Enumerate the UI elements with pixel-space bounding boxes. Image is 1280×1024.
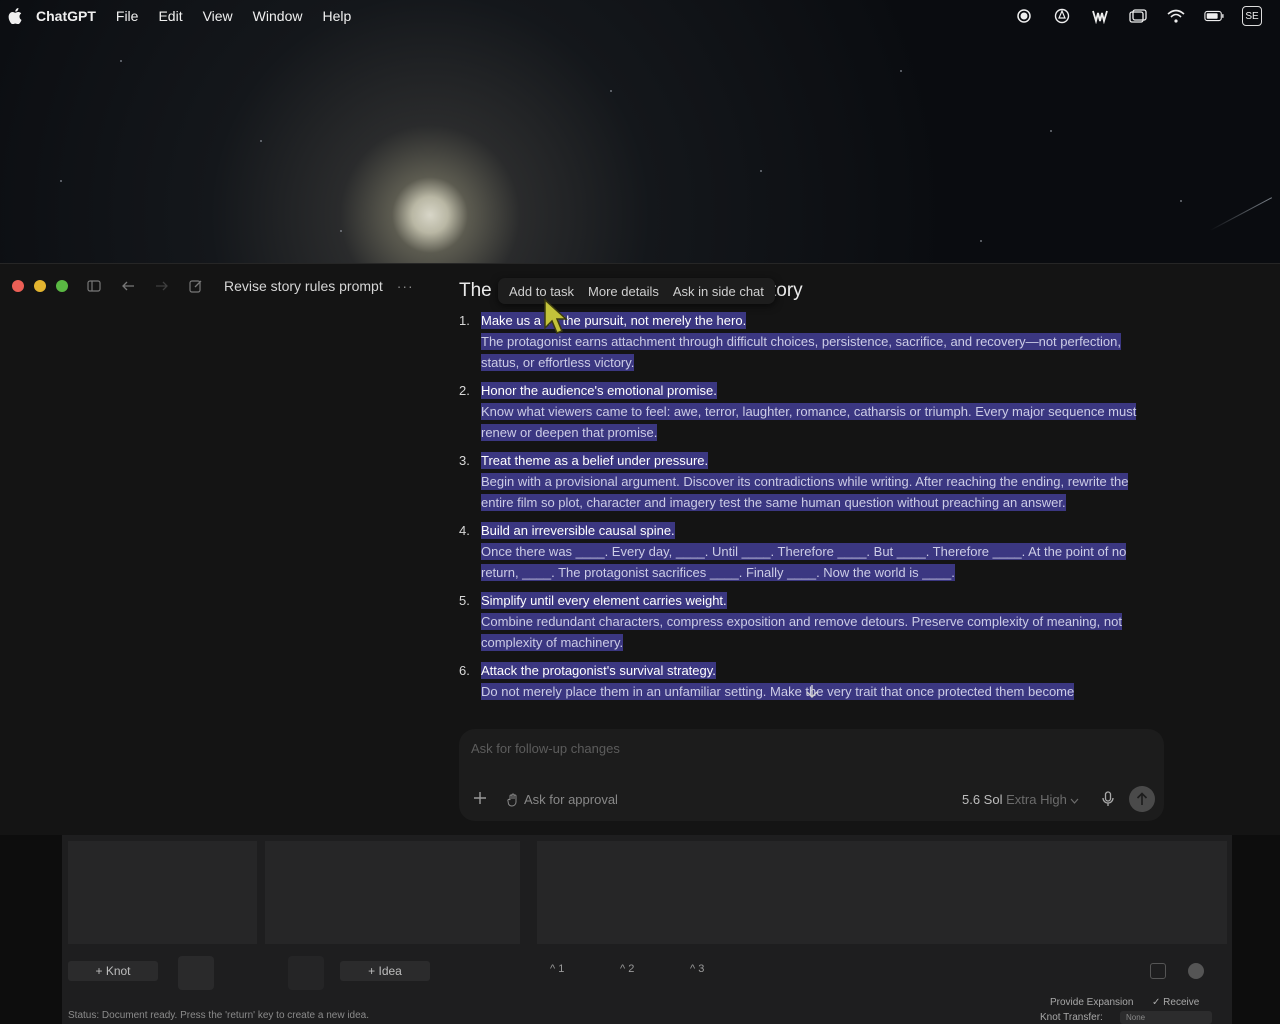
rule-text[interactable]: The protagonist earns attachment through… (481, 333, 1121, 371)
add-to-task-button[interactable]: Add to task (502, 284, 581, 299)
app-icon[interactable] (1090, 6, 1110, 26)
menu-file[interactable]: File (116, 8, 139, 24)
rule-number: 5. (459, 593, 470, 608)
status-icons: SE (1014, 6, 1262, 26)
window-icon[interactable] (1128, 6, 1148, 26)
rule-title[interactable]: Honor the audience's emotional promise. (481, 382, 717, 399)
rule-title[interactable]: Attack the protagonist's survival strate… (481, 662, 716, 679)
status-circle-icon[interactable] (1188, 963, 1204, 979)
minimize-window-button[interactable] (34, 280, 46, 292)
tool-2-button[interactable]: ^ 2 (620, 963, 634, 975)
close-window-button[interactable] (12, 280, 24, 292)
add-idea-button[interactable]: + Idea (340, 961, 430, 981)
rule-number: 2. (459, 383, 470, 398)
menu-edit[interactable]: Edit (158, 8, 182, 24)
rules-list: 1. Make us a ire the pursuit, not merely… (459, 310, 1164, 730)
tool-3-button[interactable]: ^ 3 (690, 963, 704, 975)
apple-icon[interactable] (8, 8, 22, 24)
menu-view[interactable]: View (203, 8, 233, 24)
approval-label: Ask for approval (524, 792, 618, 807)
more-details-button[interactable]: More details (581, 284, 666, 299)
rule-number: 4. (459, 523, 470, 538)
zoom-window-button[interactable] (56, 280, 68, 292)
rule-text[interactable]: Know what viewers came to feel: awe, ter… (481, 403, 1137, 441)
knot-transfer-select[interactable]: None (1120, 1011, 1212, 1024)
list-item: 4. Build an irreversible causal spine. O… (459, 520, 1164, 583)
list-item: 5. Simplify until every element carries … (459, 590, 1164, 653)
window-titlebar: Revise story rules prompt ··· (0, 264, 450, 308)
follow-up-input[interactable]: Ask for follow-up changes (471, 741, 620, 756)
menu-window[interactable]: Window (253, 8, 303, 24)
receive-label: Receive (1163, 997, 1200, 1008)
menu-bar: ChatGPT File Edit View Window Help SE (0, 0, 1280, 32)
chatgpt-window: Revise story rules prompt ··· The : tory… (0, 263, 1280, 835)
rule-number: 1. (459, 313, 470, 328)
send-button[interactable] (1129, 786, 1155, 812)
rule-number: 3. (459, 453, 470, 468)
tool-shortcut: ^ 3 (690, 963, 705, 975)
rule-title[interactable]: Make us a ire the pursuit, not merely th… (481, 312, 747, 329)
wifi-icon[interactable] (1166, 6, 1186, 26)
idea-panel (265, 841, 520, 944)
list-item: 3. Treat theme as a belief under pressur… (459, 450, 1164, 513)
background-window-edge-left (0, 835, 62, 1024)
background-app-window: + Knot + Idea ^ 1 ^ 2 ^ 3 (62, 835, 1232, 1024)
list-item: 2. Honor the audience's emotional promis… (459, 380, 1164, 443)
rule-text[interactable]: Combine redundant characters, compress e… (481, 613, 1122, 651)
rule-number: 6. (459, 663, 470, 678)
more-options-icon[interactable]: ··· (397, 278, 414, 294)
knot-panel (68, 841, 257, 944)
document-heading-tail: tory (771, 280, 803, 301)
ask-in-side-chat-button[interactable]: Ask in side chat (666, 284, 771, 299)
tool-shortcut: ^ 2 (620, 963, 635, 975)
arrow-up-icon (1136, 792, 1148, 805)
model-selector[interactable]: 5.6 Sol Extra High (962, 792, 1079, 807)
composer: Ask for follow-up changes Ask for approv… (459, 729, 1164, 821)
tool-1-button[interactable]: ^ 1 (550, 963, 564, 975)
rule-text[interactable]: Once there was ____. Every day, ____. Un… (481, 543, 1127, 581)
idea-option-button[interactable] (288, 956, 324, 990)
approval-mode-button[interactable]: Ask for approval (507, 792, 618, 807)
sidebar-toggle-icon[interactable] (86, 278, 102, 294)
new-chat-icon[interactable] (188, 278, 204, 294)
menu-help[interactable]: Help (322, 8, 351, 24)
knot-option-button[interactable] (178, 956, 214, 990)
rule-title[interactable]: Simplify until every element carries wei… (481, 592, 727, 609)
model-name: 5.6 Sol (962, 792, 1003, 807)
input-source-icon[interactable]: SE (1242, 6, 1262, 26)
openai-icon[interactable] (1052, 6, 1072, 26)
background-window-edge-right (1232, 835, 1280, 1024)
record-icon[interactable] (1014, 6, 1034, 26)
app-name-menu[interactable]: ChatGPT (36, 8, 96, 24)
rule-title[interactable]: Treat theme as a belief under pressure. (481, 452, 709, 469)
back-arrow-icon[interactable] (120, 278, 136, 294)
chevron-down-icon (1070, 798, 1079, 804)
hand-icon (507, 793, 517, 807)
rule-text[interactable]: Do not merely place them in an unfamilia… (481, 683, 1075, 700)
mouse-pointer-icon (544, 298, 568, 334)
receive-checkbox[interactable]: ✓ Receive (1152, 997, 1199, 1008)
status-bar-text: Status: Document ready. Press the 'retur… (68, 1010, 370, 1021)
model-effort: Extra High (1006, 792, 1067, 807)
scroll-down-arrow-icon[interactable] (804, 683, 820, 699)
microphone-icon[interactable] (1101, 791, 1115, 807)
add-attachment-icon[interactable] (473, 789, 489, 809)
add-knot-button[interactable]: + Knot (68, 961, 158, 981)
forward-arrow-icon[interactable] (154, 278, 170, 294)
copy-icon[interactable] (1150, 963, 1166, 979)
rule-title[interactable]: Build an irreversible causal spine. (481, 522, 675, 539)
document-heading: The : (459, 280, 503, 301)
conversation-title[interactable]: Revise story rules prompt (224, 278, 383, 294)
tool-shortcut: ^ 1 (550, 963, 565, 975)
battery-icon[interactable] (1204, 6, 1224, 26)
selection-context-menu: Add to task More details Ask in side cha… (498, 278, 775, 304)
editor-panel (537, 841, 1227, 944)
knot-transfer-label: Knot Transfer: (1040, 1012, 1103, 1023)
rule-text[interactable]: Begin with a provisional argument. Disco… (481, 473, 1129, 511)
provide-expansion-checkbox[interactable]: Provide Expansion (1050, 997, 1133, 1008)
